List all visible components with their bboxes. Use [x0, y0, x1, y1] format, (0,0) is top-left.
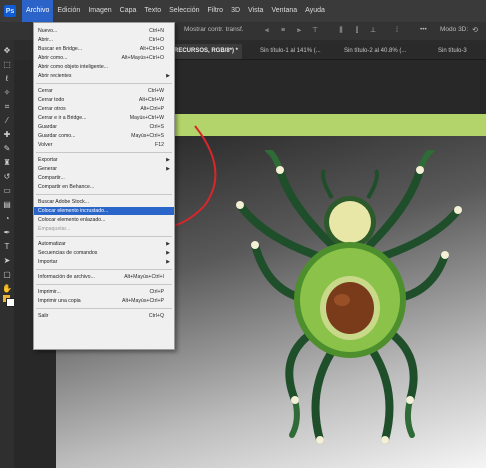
menu-item-abrir-objeto-inteligente[interactable]: Abrir como objeto inteligente...	[34, 63, 174, 71]
tab-sin-titulo-2[interactable]: Sin título-2 al 40.8% (...	[340, 44, 410, 59]
menu-item-abrir-como[interactable]: Abrir como... Alt+Mayús+Ctrl+O	[34, 54, 174, 62]
menu-archivo[interactable]: Archivo	[22, 0, 54, 22]
menu-item-nuevo[interactable]: Nuevo... Ctrl+N	[34, 27, 174, 35]
menu-vista[interactable]: Vista	[244, 0, 267, 22]
menu-separator	[36, 83, 172, 84]
menu-separator	[36, 284, 172, 285]
distribute-right-icon[interactable]: ⊥	[368, 26, 378, 35]
menu-item-secuencias-comandos[interactable]: Secuencias de comandos ▶	[34, 249, 174, 257]
submenu-arrow-icon: ▶	[166, 259, 170, 265]
menu-ventana[interactable]: Ventana	[267, 0, 301, 22]
tab-sin-titulo-1[interactable]: Sin título-1 al 141% (...	[256, 44, 325, 59]
menu-item-imprimir[interactable]: Imprimir... Ctrl+P	[34, 288, 174, 296]
menu-capa[interactable]: Capa	[116, 0, 141, 22]
path-select-icon[interactable]: ➤	[2, 256, 12, 266]
move-icon[interactable]: ✥	[2, 46, 12, 56]
menu-item-colocar-enlazado[interactable]: Colocar elemento enlazado...	[34, 216, 174, 224]
menu-separator	[36, 194, 172, 195]
file-dropdown-menu: Nuevo... Ctrl+N Abrir... Ctrl+O Buscar en …	[33, 22, 175, 350]
menu-item-cerrar-ir-bridge[interactable]: Cerrar e ir a Bridge... Mayús+Ctrl+W	[34, 114, 174, 122]
menu-imagen[interactable]: Imagen	[84, 0, 115, 22]
menu-seleccion[interactable]: Selección	[165, 0, 203, 22]
submenu-arrow-icon: ▶	[166, 241, 170, 247]
avocado-pit	[326, 282, 374, 334]
align-left-icon[interactable]: ⫷	[262, 26, 272, 35]
menu-item-guardar[interactable]: Guardar Ctrl+S	[34, 123, 174, 131]
menu-item-cerrar-todo[interactable]: Cerrar todo Alt+Ctrl+W	[34, 96, 174, 104]
show-transform-controls-checkbox[interactable]: Mostrar contr. transf.	[184, 26, 244, 33]
marquee-icon[interactable]: ⬚	[2, 60, 12, 70]
stamp-icon[interactable]: ♜	[2, 158, 12, 168]
menu-texto[interactable]: Texto	[140, 0, 165, 22]
history-brush-icon[interactable]: ↺	[2, 172, 12, 182]
menu-bar: Ps Archivo Edición Imagen Capa Texto Sel…	[0, 0, 486, 22]
menu-separator	[36, 269, 172, 270]
tab-sin-titulo-3[interactable]: Sin título-3	[434, 44, 471, 59]
menu-separator	[36, 152, 172, 153]
menu-edicion[interactable]: Edición	[53, 0, 84, 22]
submenu-arrow-icon: ▶	[166, 250, 170, 256]
pen-icon[interactable]: ✒	[2, 228, 12, 238]
menu-item-imprimir-copia[interactable]: Imprimir una copia Alt+Mayús+Ctrl+P	[34, 297, 174, 305]
menu-item-cerrar-otros[interactable]: Cerrar otros Alt+Ctrl+P	[34, 105, 174, 113]
menu-filtro[interactable]: Filtro	[204, 0, 228, 22]
align-center-icon[interactable]: ≡	[278, 26, 288, 35]
menu-separator	[36, 308, 172, 309]
mode-3d-label: Modo 3D:	[440, 26, 469, 33]
align-right-icon[interactable]: ⫸	[294, 26, 304, 35]
shape-icon[interactable]: ▢	[2, 270, 12, 280]
eraser-icon[interactable]: ▭	[2, 186, 12, 196]
spider-leg	[361, 336, 394, 444]
blur-icon[interactable]: ◔	[2, 214, 12, 224]
hand-icon[interactable]: ✋	[2, 284, 12, 294]
menu-ayuda[interactable]: Ayuda	[301, 0, 329, 22]
menu-item-generar[interactable]: Generar ▶	[34, 165, 174, 173]
submenu-arrow-icon: ▶	[166, 157, 170, 163]
document-tabs: RECURSOS, RGB/8*) * Sin título-1 al 141%…	[170, 44, 486, 60]
menu-item-salir[interactable]: Salir Ctrl+Q	[34, 312, 174, 320]
menu-item-importar[interactable]: Importar ▶	[34, 258, 174, 266]
gradient-icon[interactable]: ▤	[2, 200, 12, 210]
submenu-arrow-icon: ▶	[166, 73, 170, 79]
photoshop-window: Ps Archivo Edición Imagen Capa Texto Sel…	[0, 0, 486, 468]
spider-leg	[289, 397, 300, 438]
tools-panel: ✥ ⬚ ℓ ✧ ⌗ ⁄ ✚ ✎ ♜ ↺ ▭ ▤ ◔ ✒ T ➤ ▢ ✋	[0, 40, 15, 468]
photoshop-logo-icon: Ps	[4, 5, 16, 17]
tab-recursos[interactable]: RECURSOS, RGB/8*) *	[170, 44, 243, 59]
avocado-spider-illustration	[236, 150, 462, 444]
menu-item-abrir[interactable]: Abrir... Ctrl+O	[34, 36, 174, 44]
distribute-spacing-icon[interactable]: ⁞	[392, 26, 402, 35]
menu-item-informacion-archivo[interactable]: Información de archivo... Alt+Mayús+Ctrl+…	[34, 273, 174, 281]
distribute-icon[interactable]: ⫼	[336, 26, 346, 35]
eyedropper-icon[interactable]: ⁄	[2, 116, 12, 126]
lasso-icon[interactable]: ℓ	[2, 74, 12, 84]
menu-3d[interactable]: 3D	[227, 0, 244, 22]
healing-icon[interactable]: ✚	[2, 130, 12, 140]
menu-item-automatizar[interactable]: Automatizar ▶	[34, 240, 174, 248]
brush-icon[interactable]: ✎	[2, 144, 12, 154]
menu-item-exportar[interactable]: Exportar ▶	[34, 156, 174, 164]
crop-icon[interactable]: ⌗	[2, 102, 12, 112]
menu-item-empaquetar: Empaquetar...	[38, 226, 71, 232]
menu-item-guardar-como[interactable]: Guardar como... Mayús+Ctrl+S	[34, 132, 174, 140]
menu-item-colocar-incrustado[interactable]: Colocar elemento incrustado...	[34, 207, 174, 215]
more-options-button[interactable]: •••	[420, 26, 427, 33]
menu-item-buscar-en-bridge[interactable]: Buscar en Bridge... Alt+Ctrl+O	[34, 45, 174, 53]
menu-item-compartir[interactable]: Compartir...	[34, 174, 174, 182]
menu-item-compartir-behance[interactable]: Compartir en Behance...	[34, 183, 174, 191]
align-top-icon[interactable]: ⊤	[310, 26, 320, 35]
menu-item-volver[interactable]: Volver F12	[34, 141, 174, 149]
spider-leg	[404, 397, 415, 438]
menu-separator	[36, 236, 172, 237]
menu-item-buscar-adobe-stock[interactable]: Buscar Adobe Stock...	[34, 198, 174, 206]
distribute-center-icon[interactable]: ⫿	[352, 26, 362, 35]
menu-item-cerrar[interactable]: Cerrar Ctrl+W	[34, 87, 174, 95]
submenu-arrow-icon: ▶	[166, 166, 170, 172]
type-icon[interactable]: T	[2, 242, 12, 252]
menu-item-abrir-recientes[interactable]: Abrir recientes ▶	[34, 72, 174, 80]
magic-wand-icon[interactable]: ✧	[2, 88, 12, 98]
orbit-3d-icon[interactable]: ⟲	[470, 26, 480, 35]
